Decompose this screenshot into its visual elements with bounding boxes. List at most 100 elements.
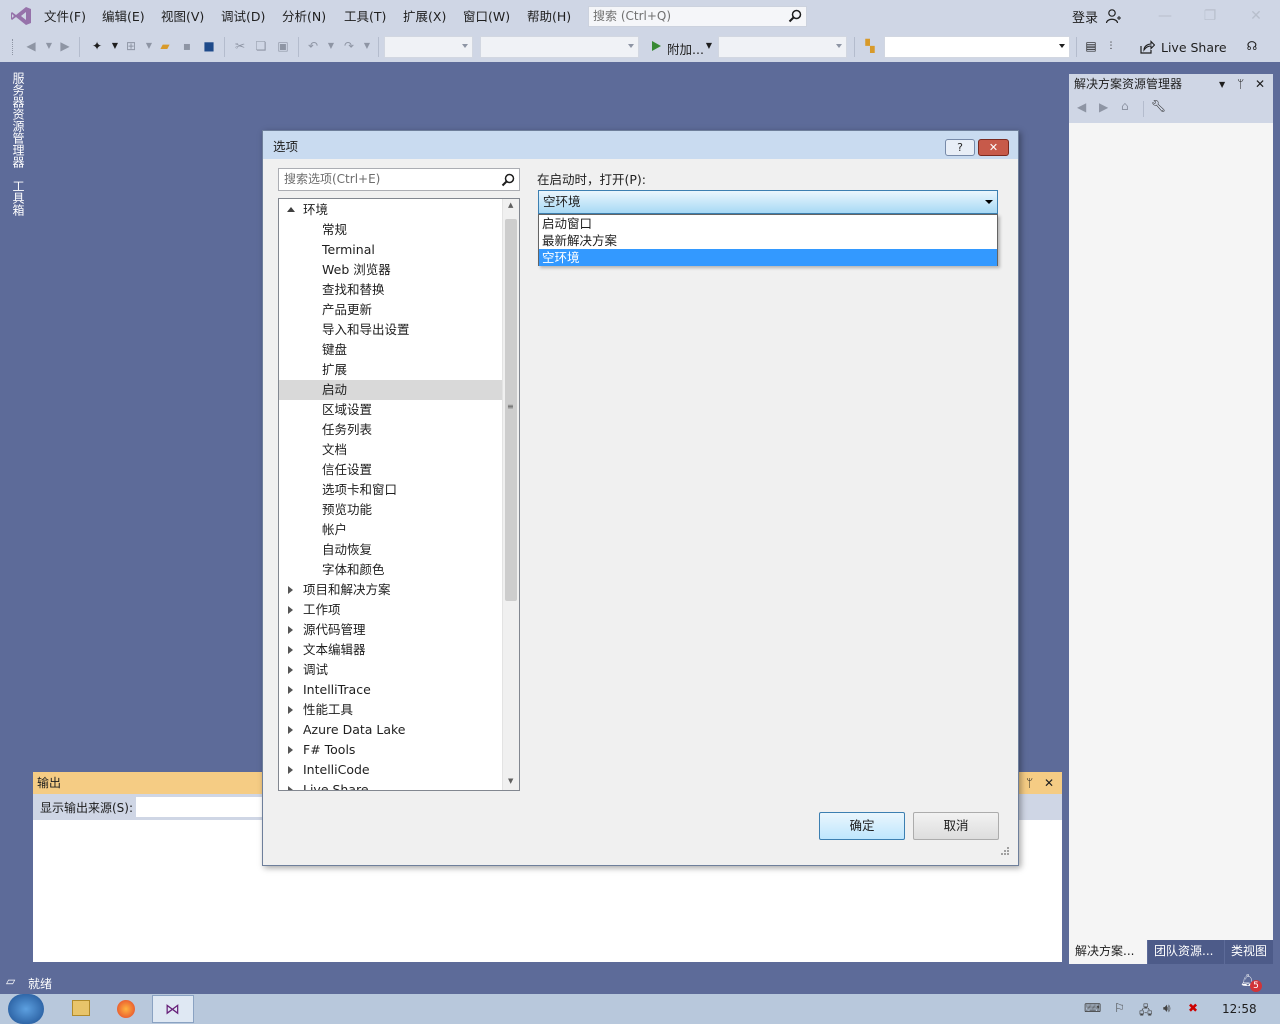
- dropdown-option[interactable]: 最新解决方案: [539, 232, 997, 249]
- menu-item[interactable]: 分析(N): [282, 8, 326, 26]
- visual-studio-taskbar-button[interactable]: ⋈: [152, 995, 194, 1023]
- tree-item[interactable]: 文档: [279, 440, 502, 460]
- menu-item[interactable]: 文件(F): [44, 8, 86, 26]
- collapsed-arrow-icon[interactable]: [288, 706, 293, 714]
- copy-icon[interactable]: ❏: [252, 37, 270, 55]
- tree-item[interactable]: 自动恢复: [279, 540, 502, 560]
- server-explorer-tab[interactable]: 服务器资源管理器: [6, 72, 25, 174]
- pin-icon[interactable]: ᛘ: [1237, 74, 1244, 95]
- tree-item[interactable]: Azure Data Lake: [279, 720, 502, 740]
- clock[interactable]: 12:58: [1222, 1002, 1257, 1016]
- startup-combo[interactable]: 空环境: [538, 190, 998, 214]
- live-share-button[interactable]: Live Share: [1161, 40, 1227, 55]
- back-icon[interactable]: ◀: [1077, 100, 1086, 114]
- menu-item[interactable]: 调试(D): [221, 8, 265, 26]
- menu-item[interactable]: 视图(V): [161, 8, 204, 26]
- options-search-input[interactable]: 搜索选项(Ctrl+E): [278, 168, 520, 191]
- properties-wrench-icon[interactable]: 🔧︎: [1151, 99, 1166, 113]
- collapsed-arrow-icon[interactable]: [288, 626, 293, 634]
- tree-item[interactable]: IntelliCode: [279, 760, 502, 780]
- tree-item[interactable]: 信任设置: [279, 460, 502, 480]
- tab-solution-explorer[interactable]: 解决方案...: [1069, 940, 1147, 964]
- resize-grip-icon[interactable]: [999, 845, 1009, 855]
- tree-item[interactable]: 调试: [279, 660, 502, 680]
- menu-item[interactable]: 帮助(H): [527, 8, 571, 26]
- action-center-icon[interactable]: ✖: [1188, 1001, 1198, 1015]
- find-combo[interactable]: [884, 36, 1070, 58]
- redo-icon[interactable]: ↷: [340, 37, 358, 55]
- help-button[interactable]: ?: [945, 139, 975, 156]
- tree-item[interactable]: Live Share: [279, 780, 502, 790]
- tree-item[interactable]: F# Tools: [279, 740, 502, 760]
- dropdown-icon[interactable]: ▼: [700, 37, 718, 55]
- open-folder-icon[interactable]: ▰: [156, 37, 174, 55]
- close-window-icon[interactable]: ✕: [1246, 6, 1266, 26]
- panel-menu-icon[interactable]: ▼: [1219, 74, 1225, 95]
- attach-button[interactable]: 附加...: [667, 39, 704, 58]
- forward-icon[interactable]: ▶: [56, 37, 74, 55]
- tree-item[interactable]: 任务列表: [279, 420, 502, 440]
- expanded-arrow-icon[interactable]: [287, 207, 295, 212]
- save-all-icon[interactable]: ■: [200, 37, 218, 55]
- tree-item[interactable]: 文本编辑器: [279, 640, 502, 660]
- tree-item[interactable]: 性能工具: [279, 700, 502, 720]
- tree-item[interactable]: 字体和颜色: [279, 560, 502, 580]
- target-combo[interactable]: [718, 36, 847, 58]
- menu-item[interactable]: 扩展(X): [403, 8, 446, 26]
- ok-button[interactable]: 确定: [819, 812, 905, 840]
- dropdown-option[interactable]: 启动窗口: [539, 215, 997, 232]
- toolbar-options-icon[interactable]: ⋮: [1102, 37, 1120, 55]
- live-share-icon[interactable]: [1140, 40, 1155, 54]
- dropdown-option[interactable]: 空环境: [539, 249, 997, 266]
- solution-platform-combo[interactable]: [480, 36, 639, 58]
- tree-item[interactable]: 常规: [279, 220, 502, 240]
- tree-item[interactable]: 选项卡和窗口: [279, 480, 502, 500]
- dropdown-icon[interactable]: ▼: [358, 37, 376, 55]
- tree-item[interactable]: 产品更新: [279, 300, 502, 320]
- dropdown-icon[interactable]: ▼: [322, 37, 340, 55]
- tree-item[interactable]: 预览功能: [279, 500, 502, 520]
- start-button-icon[interactable]: [8, 994, 44, 1024]
- menu-item[interactable]: 窗口(W): [463, 8, 510, 26]
- restore-icon[interactable]: ❐: [1200, 6, 1220, 26]
- tree-item[interactable]: 源代码管理: [279, 620, 502, 640]
- keyboard-icon[interactable]: ⌨: [1084, 1001, 1101, 1015]
- file-explorer-icon[interactable]: [72, 1000, 90, 1016]
- menu-item[interactable]: 工具(T): [344, 8, 386, 26]
- collapsed-arrow-icon[interactable]: [288, 606, 293, 614]
- tree-item[interactable]: 扩展: [279, 360, 502, 380]
- firefox-icon[interactable]: [117, 1000, 135, 1018]
- pin-icon[interactable]: ᛘ: [1026, 772, 1033, 794]
- tree-item[interactable]: 区域设置: [279, 400, 502, 420]
- find-in-files-icon[interactable]: ▚: [861, 37, 879, 55]
- person-feedback-icon[interactable]: ☊: [1243, 37, 1261, 55]
- scroll-down-icon[interactable]: ▼: [508, 777, 513, 785]
- tree-item[interactable]: Terminal: [279, 240, 502, 260]
- minimize-icon[interactable]: —: [1155, 6, 1175, 26]
- back-icon[interactable]: ◀: [22, 37, 40, 55]
- add-item-icon[interactable]: ⊞: [122, 37, 140, 55]
- security-icon[interactable]: ⚐: [1114, 1001, 1125, 1015]
- save-icon[interactable]: ▪: [178, 37, 196, 55]
- tree-item[interactable]: 环境: [279, 200, 502, 220]
- sign-in-link[interactable]: 登录: [1072, 7, 1098, 26]
- tree-item[interactable]: 导入和导出设置: [279, 320, 502, 340]
- solution-configuration-combo[interactable]: [384, 36, 473, 58]
- toolbox-tab[interactable]: 工具箱: [6, 180, 25, 220]
- collapsed-arrow-icon[interactable]: [288, 666, 293, 674]
- network-icon[interactable]: 🖧︎: [1139, 1001, 1152, 1022]
- close-panel-icon[interactable]: ✕: [1255, 74, 1265, 95]
- tree-item[interactable]: 键盘: [279, 340, 502, 360]
- collapsed-arrow-icon[interactable]: [288, 726, 293, 734]
- close-dialog-button[interactable]: ✕: [978, 139, 1009, 156]
- undo-icon[interactable]: ↶: [304, 37, 322, 55]
- cancel-button[interactable]: 取消: [913, 812, 999, 840]
- collapsed-arrow-icon[interactable]: [288, 686, 293, 694]
- collapsed-arrow-icon[interactable]: [288, 746, 293, 754]
- tree-item[interactable]: 项目和解决方案: [279, 580, 502, 600]
- cut-icon[interactable]: ✂: [231, 37, 249, 55]
- volume-icon[interactable]: 🔊︎: [1163, 1001, 1171, 1016]
- scroll-up-icon[interactable]: ▲: [508, 201, 513, 209]
- output-source-combo[interactable]: [136, 797, 266, 817]
- start-icon[interactable]: [650, 40, 662, 52]
